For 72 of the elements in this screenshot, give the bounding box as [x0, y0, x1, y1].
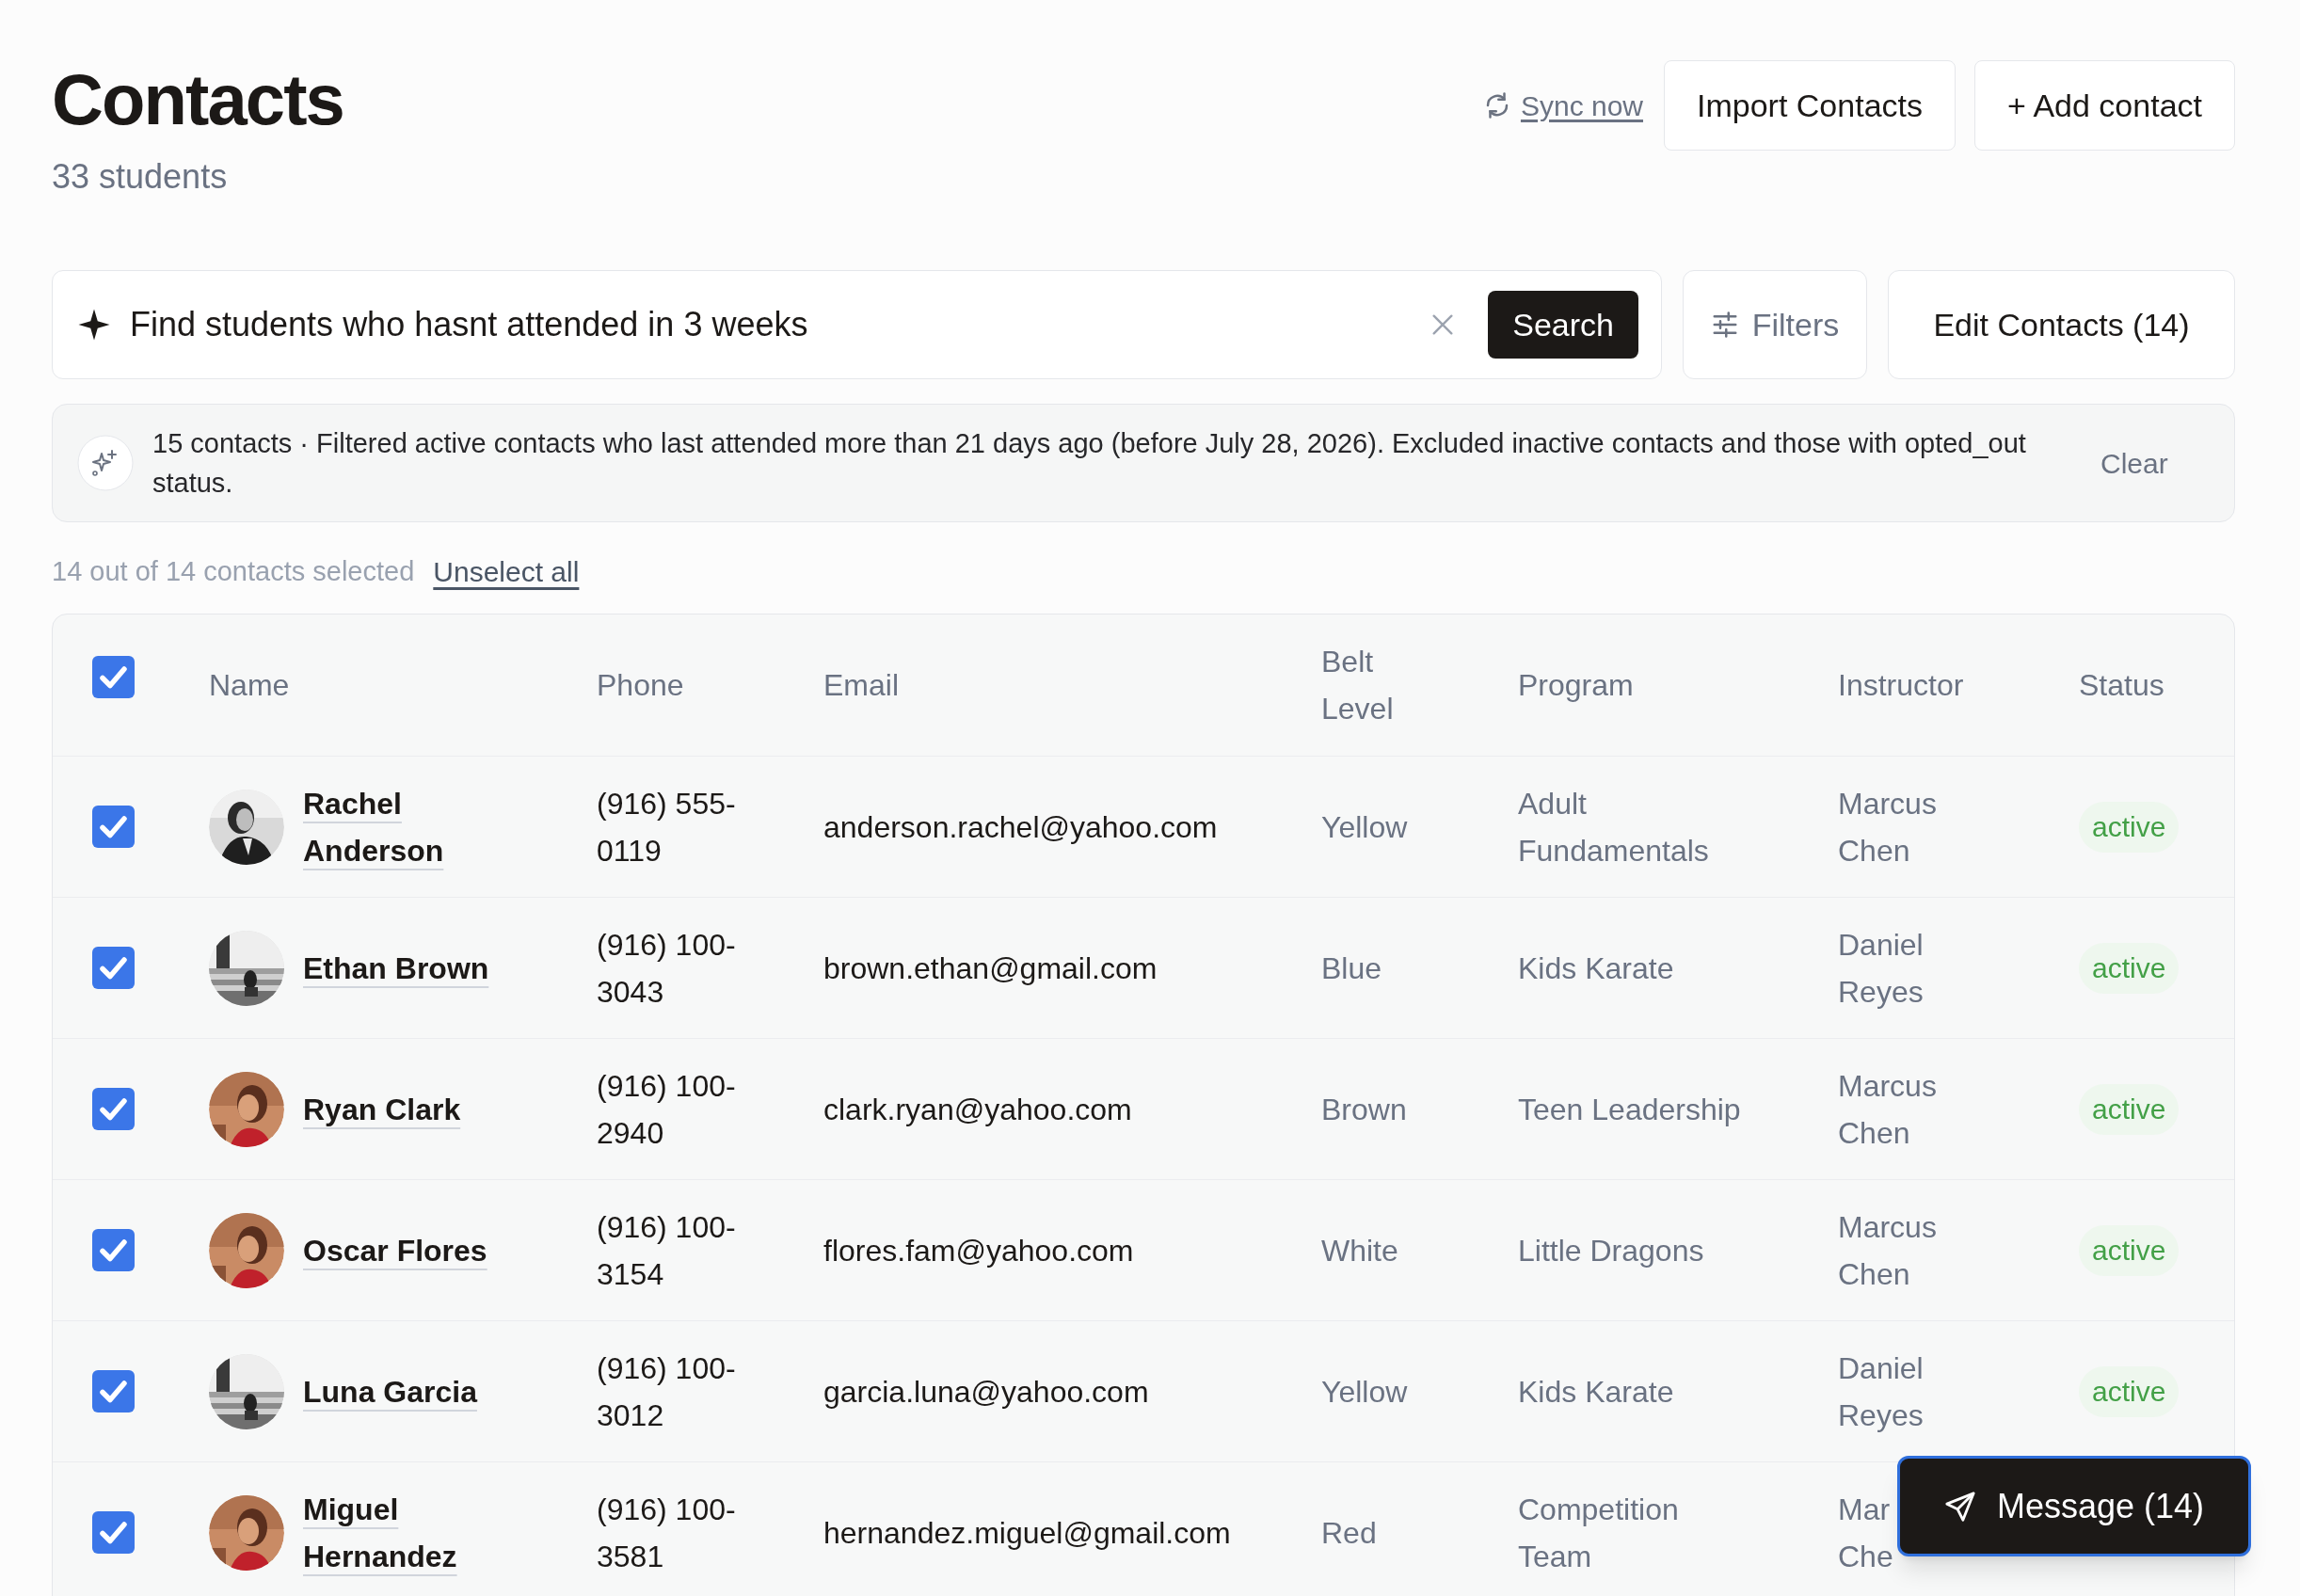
- instructor-cell-text: Marcus Chen: [1838, 1208, 1937, 1293]
- status-badge: active: [2079, 1083, 2180, 1135]
- column-header: Phone: [597, 667, 684, 704]
- program-cell-text: Adult Fundamentals: [1518, 785, 1710, 870]
- email-cell-text: clark.ryan@yahoo.com: [823, 1091, 1132, 1128]
- column-header: Name: [209, 667, 290, 704]
- phone-cell-text: (916) 555-0119: [597, 785, 737, 870]
- checkbox[interactable]: [92, 1511, 135, 1554]
- email-cell-text: hernandez.miguel@gmail.com: [823, 1514, 1231, 1552]
- belt-level-cell-text: Brown: [1321, 1091, 1407, 1128]
- contact-name-link[interactable]: Luna Garcia: [303, 1367, 477, 1415]
- checkbox[interactable]: [92, 1370, 135, 1412]
- phone-cell-text: (916) 100-3581: [597, 1491, 737, 1575]
- checkbox[interactable]: [92, 1229, 135, 1271]
- phone-cell-text: (916) 100-3012: [597, 1349, 737, 1434]
- status-badge: active: [2079, 942, 2180, 994]
- filters-button[interactable]: Filters: [1683, 270, 1867, 379]
- selection-count: 14 out of 14 contacts selected: [52, 554, 415, 588]
- email-cell-text: brown.ethan@gmail.com: [823, 950, 1158, 987]
- program-cell-text: Little Dragons: [1518, 1232, 1704, 1269]
- checkbox[interactable]: [92, 806, 135, 848]
- filter-summary-text: 15 contacts · Filtered active contacts who last attended more than 21 days ago (before July 28, 2026). Excluded inactive contacts and those with opted_out status.: [152, 427, 2027, 500]
- message-button[interactable]: Message (14): [1897, 1456, 2251, 1556]
- checkbox[interactable]: [92, 656, 135, 698]
- student-count: 33 students: [52, 156, 229, 198]
- email-cell-text: anderson.rachel@yahoo.com: [823, 808, 1218, 846]
- belt-level-cell-text: Red: [1321, 1514, 1377, 1552]
- edit-contacts-button[interactable]: Edit Contacts (14): [1888, 270, 2235, 379]
- email-cell-text: garcia.luna@yahoo.com: [823, 1373, 1149, 1411]
- column-header: Instructor: [1838, 667, 1964, 704]
- program-cell-text: Competition Team: [1518, 1491, 1680, 1575]
- instructor-cell-text: Mar Che: [1838, 1491, 1893, 1575]
- contact-name-link[interactable]: Ethan Brown: [303, 944, 489, 992]
- column-header: Program: [1518, 667, 1634, 704]
- contact-name-link[interactable]: Oscar Flores: [303, 1226, 487, 1274]
- sparkles-icon: [77, 435, 134, 491]
- instructor-cell-text: Daniel Reyes: [1838, 1349, 1924, 1434]
- sparkle-icon: [77, 308, 111, 342]
- page-title: Contacts: [52, 58, 343, 141]
- contact-name-link[interactable]: Ryan Clark: [303, 1085, 461, 1133]
- instructor-cell-text: Marcus Chen: [1838, 785, 1937, 870]
- instructor-cell-text: Marcus Chen: [1838, 1067, 1937, 1152]
- belt-level-cell-text: Blue: [1321, 950, 1382, 987]
- clear-button[interactable]: Clear: [2100, 441, 2168, 485]
- contact-name-link[interactable]: Miguel Hernandez: [303, 1485, 519, 1580]
- import-contacts-button[interactable]: Import Contacts: [1664, 60, 1956, 151]
- email-cell-text: flores.fam@yahoo.com: [823, 1232, 1134, 1269]
- unselect-all-link[interactable]: Unselect all: [433, 551, 580, 593]
- sync-link[interactable]: Sync now: [1482, 84, 1643, 127]
- phone-cell-text: (916) 100-3043: [597, 926, 737, 1011]
- program-cell-text: Teen Leadership: [1518, 1091, 1741, 1128]
- column-header: Email: [823, 667, 899, 704]
- contact-name-link[interactable]: Rachel Anderson: [303, 779, 519, 874]
- belt-level-cell-text: Yellow: [1321, 1373, 1408, 1411]
- status-badge: active: [2079, 801, 2180, 853]
- column-header: Belt Level: [1321, 644, 1394, 727]
- search-field[interactable]: Find students who hasnt attended in 3 weeks Search: [52, 270, 1662, 379]
- program-cell-text: Kids Karate: [1518, 950, 1674, 987]
- add-contact-button[interactable]: + Add contact: [1974, 60, 2235, 151]
- program-cell-text: Kids Karate: [1518, 1373, 1674, 1411]
- search-button[interactable]: Search: [1488, 291, 1638, 359]
- status-badge: active: [2079, 1365, 2180, 1417]
- checkbox[interactable]: [92, 1088, 135, 1130]
- checkbox[interactable]: [92, 947, 135, 989]
- column-header: Status: [2079, 667, 2164, 704]
- send-icon: [1943, 1490, 1976, 1523]
- status-badge: active: [2079, 1224, 2180, 1276]
- belt-level-cell-text: Yellow: [1321, 808, 1408, 846]
- belt-level-cell-text: White: [1321, 1232, 1398, 1269]
- phone-cell-text: (916) 100-2940: [597, 1067, 737, 1152]
- instructor-cell-text: Daniel Reyes: [1838, 926, 1924, 1011]
- phone-cell-text: (916) 100-3154: [597, 1208, 737, 1293]
